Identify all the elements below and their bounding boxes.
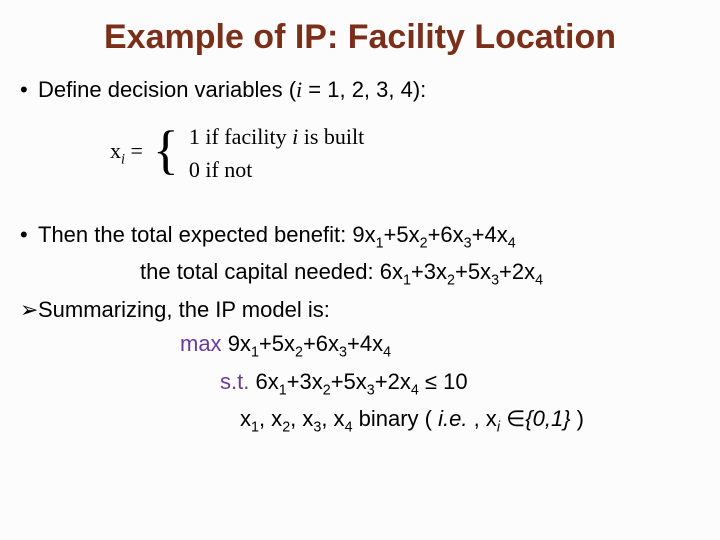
sub: 4: [383, 345, 391, 361]
t: = 1, 2, 3, 4):: [302, 77, 426, 102]
t: +2x: [375, 369, 411, 394]
t: Define decision variables (: [38, 77, 296, 102]
text-line: Summarizing, the IP model is:: [38, 295, 330, 326]
t: ≤ 10: [419, 369, 468, 394]
case-1: 1 if facility i is built: [189, 120, 364, 153]
t: ∈: [500, 406, 525, 431]
sub: 4: [345, 420, 353, 436]
line-max: max 9x1+5x2+6x3+4x4: [20, 329, 700, 362]
left-brace-icon: {: [153, 129, 179, 172]
sub: 1: [403, 273, 411, 289]
case-0: 0 if not: [189, 153, 364, 186]
sub: 4: [535, 273, 543, 289]
sub: 3: [339, 345, 347, 361]
t: +2x: [499, 259, 535, 284]
sub: 2: [447, 273, 455, 289]
t: +6x: [428, 222, 464, 247]
line-binary: x1, x2, x3, x4 binary ( i.e. , xi ∈{0,1}…: [20, 404, 700, 437]
bullet-define-vars: • Define decision variables (i = 1, 2, 3…: [20, 75, 700, 106]
sub: 1: [251, 420, 259, 436]
sub: 3: [464, 235, 472, 251]
line-st: s.t. 6x1+3x2+5x3+2x4 ≤ 10: [20, 367, 700, 400]
t: 9x: [228, 331, 251, 356]
sub: 4: [508, 235, 516, 251]
kw-st: s.t.: [220, 369, 255, 394]
text-line: Then the total expected benefit: 9x1+5x2…: [38, 220, 516, 253]
t: , x: [321, 406, 344, 431]
t: +5x: [384, 222, 420, 247]
line-capital: the total capital needed: 6x1+3x2+5x3+2x…: [20, 257, 700, 290]
t: Then the total expected benefit: 9x: [38, 222, 376, 247]
t: , x: [259, 406, 282, 431]
bullet-benefit: • Then the total expected benefit: 9x1+5…: [20, 220, 700, 253]
t: , x: [467, 406, 496, 431]
sub: 1: [279, 382, 287, 398]
t: ): [571, 406, 584, 431]
sub: 2: [295, 345, 303, 361]
set: {0,1}: [525, 406, 570, 431]
bullet-dot-icon: •: [20, 75, 38, 106]
t: binary (: [353, 406, 439, 431]
t: is built: [298, 124, 364, 149]
t: x: [110, 138, 121, 163]
t: +4x: [472, 222, 508, 247]
sub: 2: [323, 382, 331, 398]
t: +3x: [287, 369, 323, 394]
t: +5x: [455, 259, 491, 284]
t: x: [240, 406, 251, 431]
text-line: Define decision variables (i = 1, 2, 3, …: [38, 75, 426, 106]
sub: 2: [282, 420, 290, 436]
bullet-summary: ➢ Summarizing, the IP model is:: [20, 295, 700, 326]
piecewise-definition: xi = { 1 if facility i is built 0 if not: [110, 120, 700, 186]
kw-max: max: [180, 331, 228, 356]
sub: 4: [411, 382, 419, 398]
t: +4x: [347, 331, 383, 356]
eq-lhs: xi =: [110, 138, 143, 168]
bullet-dot-icon: •: [20, 220, 38, 253]
sub: 3: [491, 273, 499, 289]
cases: 1 if facility i is built 0 if not: [189, 120, 364, 186]
arrow-bullet-icon: ➢: [20, 295, 38, 326]
t: =: [125, 138, 143, 163]
t: the total capital needed: 6x: [140, 259, 403, 284]
t: +5x: [259, 331, 295, 356]
sub: 2: [420, 235, 428, 251]
t: +3x: [411, 259, 447, 284]
t: +6x: [303, 331, 339, 356]
t: 1 if facility: [189, 124, 292, 149]
t: , x: [290, 406, 313, 431]
sub: 1: [251, 345, 259, 361]
t: 6x: [255, 369, 278, 394]
slide-title: Example of IP: Facility Location: [20, 18, 700, 57]
sub: 1: [376, 235, 384, 251]
sub: 3: [367, 382, 375, 398]
ie: i.e.: [438, 406, 467, 431]
t: +5x: [331, 369, 367, 394]
